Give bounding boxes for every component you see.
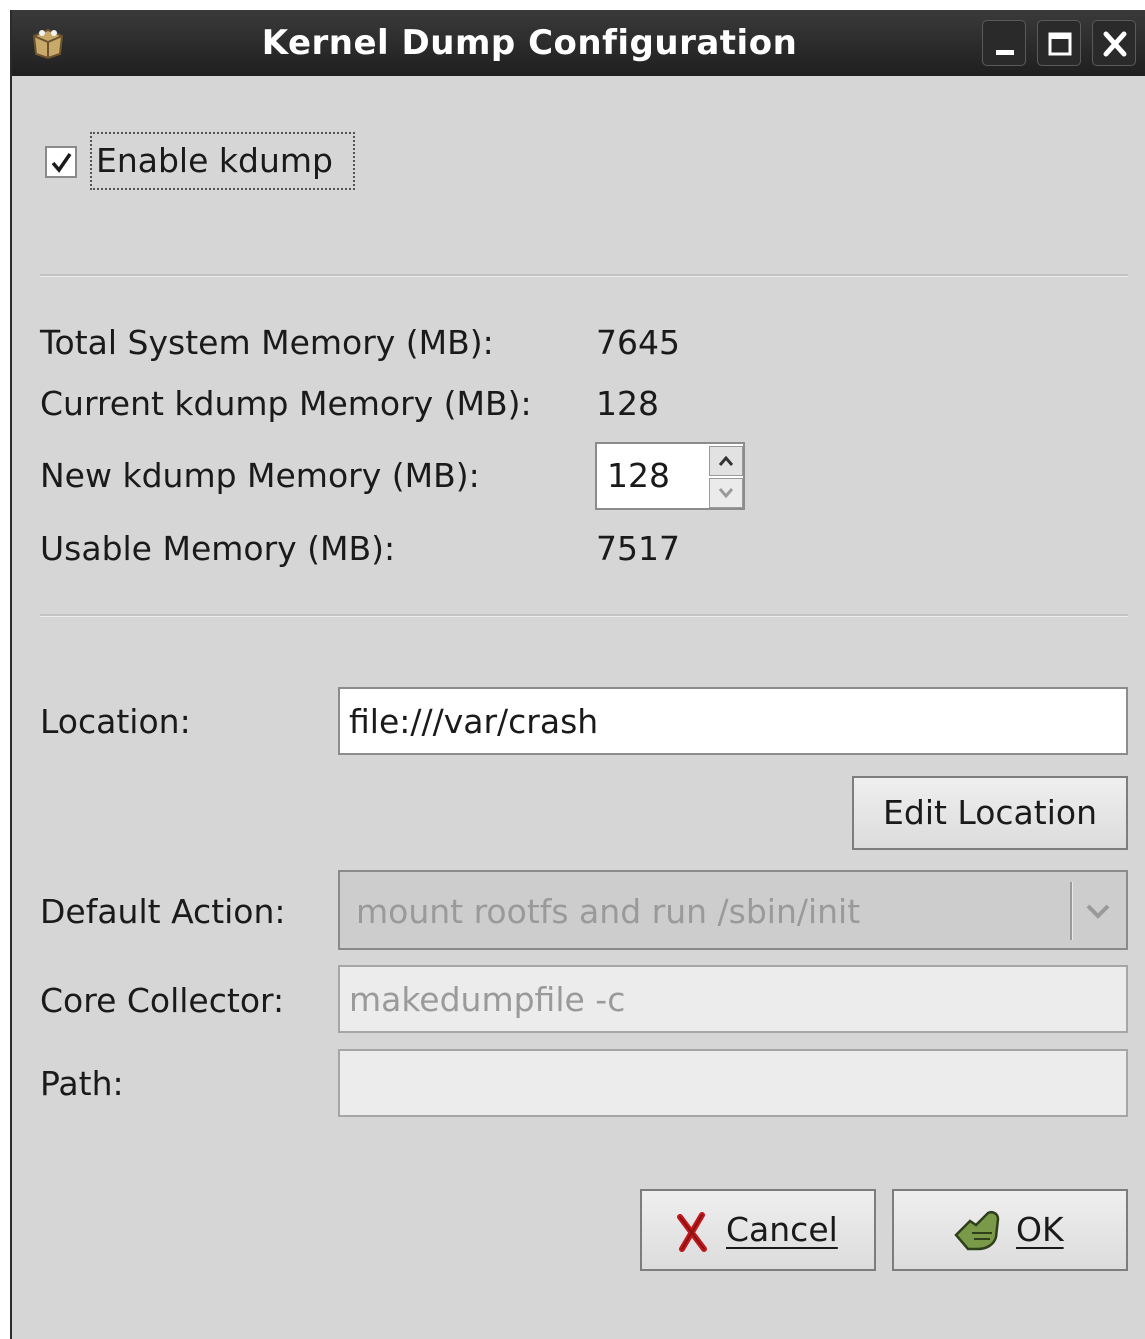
maximize-button[interactable] bbox=[1037, 20, 1081, 66]
location-label: Location: bbox=[40, 702, 191, 741]
path-input[interactable] bbox=[338, 1049, 1128, 1117]
spin-up-button[interactable] bbox=[709, 446, 743, 476]
new-kdump-memory-input[interactable]: 128 bbox=[607, 456, 670, 495]
edit-location-button[interactable]: Edit Location bbox=[852, 776, 1128, 850]
core-collector-label: Core Collector: bbox=[40, 981, 285, 1020]
cancel-button[interactable]: Cancel bbox=[640, 1189, 876, 1271]
location-input[interactable]: file:///var/crash bbox=[338, 687, 1128, 755]
dialog-window: Kernel Dump Configuration Enable kdump T… bbox=[10, 10, 1145, 1339]
chevron-up-icon bbox=[718, 455, 734, 466]
total-memory-label: Total System Memory (MB): bbox=[40, 323, 494, 362]
usable-memory-label: Usable Memory (MB): bbox=[40, 529, 396, 568]
title-bar[interactable]: Kernel Dump Configuration bbox=[12, 10, 1145, 76]
cancel-x-icon bbox=[677, 1212, 707, 1252]
default-action-combo[interactable]: mount rootfs and run /sbin/init bbox=[338, 870, 1128, 950]
minimize-button[interactable] bbox=[982, 20, 1026, 66]
default-action-value: mount rootfs and run /sbin/init bbox=[356, 892, 861, 931]
new-kdump-memory-label: New kdump Memory (MB): bbox=[40, 456, 480, 495]
chevron-down-icon bbox=[718, 488, 734, 499]
combo-divider bbox=[1070, 882, 1073, 940]
usable-memory-value: 7517 bbox=[596, 529, 680, 568]
minimize-icon bbox=[996, 50, 1014, 55]
chevron-down-icon bbox=[1086, 904, 1110, 919]
separator-middle bbox=[40, 614, 1128, 617]
current-kdump-memory-value: 128 bbox=[596, 384, 659, 423]
ok-hand-icon bbox=[954, 1211, 1000, 1251]
enable-kdump-label[interactable]: Enable kdump bbox=[96, 141, 333, 180]
close-button[interactable] bbox=[1092, 20, 1136, 66]
total-memory-value: 7645 bbox=[596, 323, 680, 362]
current-kdump-memory-label: Current kdump Memory (MB): bbox=[40, 384, 532, 423]
window-title: Kernel Dump Configuration bbox=[261, 23, 798, 63]
cancel-label: Cancel bbox=[726, 1210, 838, 1249]
path-label: Path: bbox=[40, 1064, 124, 1103]
default-action-label: Default Action: bbox=[40, 892, 286, 931]
separator-top bbox=[40, 274, 1128, 277]
spin-down-button[interactable] bbox=[709, 478, 743, 508]
checkmark-icon bbox=[51, 153, 72, 173]
enable-kdump-checkbox[interactable] bbox=[45, 146, 77, 178]
close-icon bbox=[1103, 31, 1127, 57]
maximize-icon bbox=[1048, 32, 1072, 56]
new-kdump-memory-spinner[interactable]: 128 bbox=[595, 442, 745, 510]
ok-label: OK bbox=[1016, 1210, 1064, 1249]
ok-button[interactable]: OK bbox=[892, 1189, 1128, 1271]
core-collector-input[interactable]: makedumpfile -c bbox=[338, 965, 1128, 1033]
